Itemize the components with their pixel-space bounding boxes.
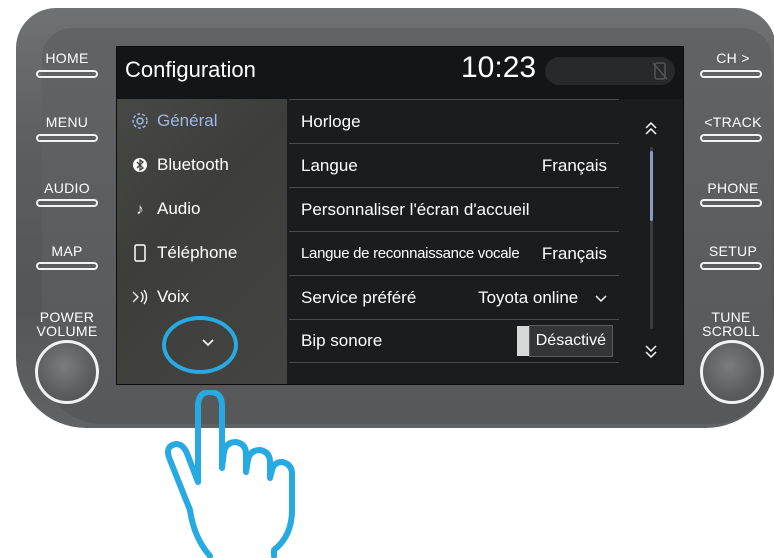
setting-row-bip[interactable]: Bip sonore Désactivé: [289, 319, 619, 363]
top-bar: Configuration 10:23: [117, 47, 683, 99]
double-chevron-down-icon: [645, 345, 657, 359]
scroll-label: SCROLL: [702, 323, 760, 339]
volume-knob[interactable]: [35, 340, 99, 404]
setting-label: Personnaliser l'écran d'accueil: [301, 199, 530, 219]
audio-label: AUDIO: [44, 180, 90, 196]
clock: 10:23: [461, 51, 537, 84]
setting-row-langue-vocale[interactable]: Langue de reconnaissance vocale Français: [289, 231, 619, 275]
sidebar-label-general: Général: [157, 111, 218, 130]
ch-label: CH >: [716, 50, 750, 66]
chevron-down-icon: [595, 294, 607, 302]
track-button[interactable]: [700, 134, 762, 142]
volume-label: VOLUME: [36, 323, 98, 339]
menu-label: MENU: [45, 114, 89, 130]
sidebar-label-audio: Audio: [157, 199, 201, 218]
list-scrollbar[interactable]: [633, 107, 673, 377]
sidebar-item-telephone[interactable]: Téléphone: [117, 231, 287, 275]
setting-row-service[interactable]: Service préféré Toyota online: [289, 275, 619, 319]
music-note-icon: ♪: [136, 200, 144, 218]
sidebar-label-bluetooth: Bluetooth: [157, 155, 229, 174]
tune-knob[interactable]: [700, 340, 764, 404]
power-label: POWER: [39, 309, 95, 325]
double-chevron-up-icon: [645, 121, 657, 135]
tune-scroll-label: TUNE SCROLL: [686, 310, 774, 338]
toggle-value: Désactivé: [528, 325, 613, 357]
setting-label: Langue de reconnaissance vocale: [301, 245, 520, 262]
setting-label: Bip sonore: [301, 331, 383, 350]
setup-button[interactable]: [700, 262, 762, 270]
map-button[interactable]: [36, 262, 98, 270]
phone-label: PHONE: [707, 180, 759, 196]
phone-icon: [127, 244, 153, 262]
sidebar-item-voix[interactable]: Voix: [117, 275, 287, 319]
no-phone-icon: [652, 62, 668, 80]
tune-label: TUNE: [711, 309, 751, 325]
sidebar-label-telephone: Téléphone: [157, 243, 238, 262]
setup-label: SETUP: [708, 243, 758, 259]
map-label: MAP: [51, 243, 83, 259]
home-button[interactable]: [36, 70, 98, 78]
setting-row-horloge[interactable]: Horloge: [289, 99, 619, 143]
voice-icon: [127, 288, 153, 306]
sidebar-item-general[interactable]: Général: [117, 99, 287, 143]
setting-value: Français: [541, 243, 607, 263]
scroll-up-button[interactable]: [637, 115, 665, 143]
setting-label: Service préféré: [301, 287, 417, 307]
audio-button[interactable]: [36, 199, 98, 207]
setting-row-accueil[interactable]: Personnaliser l'écran d'accueil: [289, 187, 619, 231]
gear-icon: [127, 112, 153, 130]
sidebar-item-bluetooth[interactable]: Bluetooth: [117, 143, 287, 187]
menu-button[interactable]: [36, 134, 98, 142]
page-title: Configuration: [125, 57, 256, 82]
ch-button[interactable]: [700, 70, 762, 78]
phone-button[interactable]: [700, 199, 762, 207]
setting-value: Toyota online: [478, 287, 579, 307]
setting-label: Langue: [301, 155, 358, 175]
setting-label: Horloge: [301, 111, 361, 131]
beep-toggle[interactable]: Désactivé: [516, 325, 613, 357]
toggle-knob: [516, 326, 529, 356]
scroll-thumb[interactable]: [650, 151, 653, 221]
home-label: HOME: [45, 50, 89, 66]
bluetooth-icon: [127, 157, 153, 173]
settings-list: Horloge Langue Français Personnaliser l'…: [289, 99, 619, 384]
tap-highlight-ring: [162, 316, 238, 374]
sidebar-label-voix: Voix: [157, 287, 190, 306]
power-volume-label: POWER VOLUME: [22, 310, 112, 338]
setting-value: Français: [541, 155, 607, 175]
sidebar-item-audio[interactable]: ♪ Audio: [117, 187, 287, 231]
scroll-down-button[interactable]: [637, 337, 665, 365]
pointing-hand-icon: [165, 390, 295, 558]
setting-value-dropdown[interactable]: Toyota online: [478, 288, 607, 308]
track-label: <TRACK: [704, 114, 762, 130]
setting-row-langue[interactable]: Langue Français: [289, 143, 619, 187]
